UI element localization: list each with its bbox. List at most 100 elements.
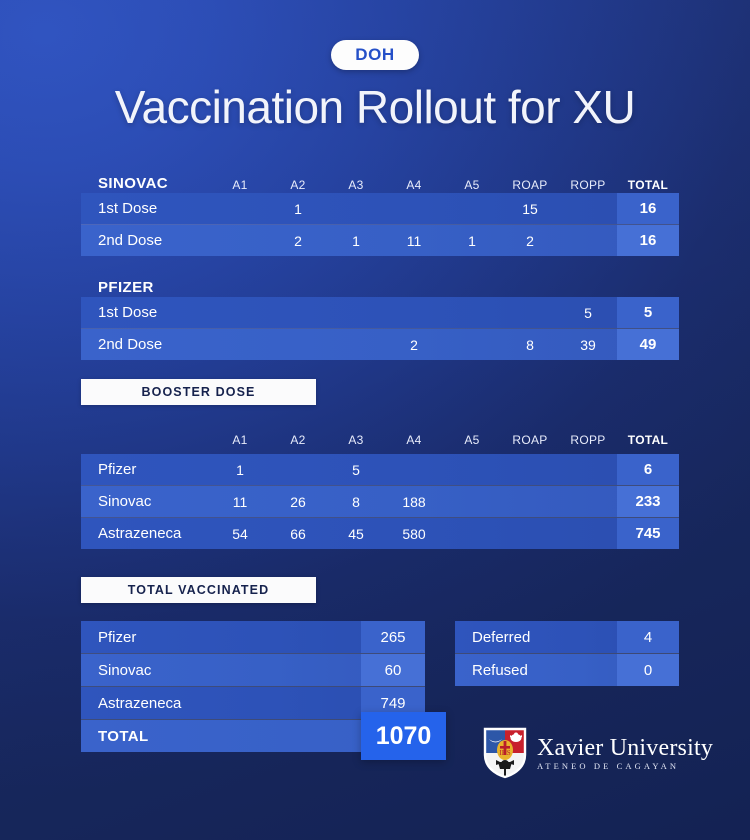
cell-a5 (443, 486, 501, 517)
row-label: Refused (472, 661, 528, 679)
cell-a2: 26 (290, 493, 306, 510)
row-value: 4 (617, 621, 679, 653)
cell-total: 5 (617, 297, 679, 328)
row-label: Sinovac (98, 661, 152, 679)
pfizer-header-row: PFIZER (81, 266, 679, 296)
cell-a1 (211, 193, 269, 224)
table-row: Pfizer 265 (81, 621, 425, 653)
column-header-a1: A1 (232, 433, 248, 447)
cell-a5 (443, 329, 501, 360)
column-header-a1: A1 (232, 178, 248, 192)
cell-a2: 2 (294, 232, 302, 249)
logo-name: Xavier University (537, 734, 714, 761)
grand-total-row: TOTAL 1070 (81, 712, 446, 760)
cell-a4 (385, 297, 443, 328)
column-header-a3: A3 (348, 433, 364, 447)
cell-a4: 188 (402, 493, 426, 510)
page-title: Vaccination Rollout for XU (114, 81, 636, 133)
logo-wordmark: Xavier University ATENEO DE CAGAYAN (537, 736, 713, 771)
cell-a5: 1 (468, 232, 476, 249)
cell-a2 (269, 329, 327, 360)
sinovac-table: SINOVAC A1 A2 A3 A4 A5 ROAP ROPP TOTAL 1… (81, 162, 679, 256)
infographic-page: DOH Vaccination Rollout for XU SINOVAC A… (0, 0, 750, 840)
booster-table: A1 A2 A3 A4 A5 ROAP ROPP TOTAL Pfizer 1 … (81, 417, 679, 549)
row-value: 60 (361, 654, 425, 686)
cell-a3: 1 (352, 232, 360, 249)
cell-a2: 1 (294, 200, 302, 217)
cell-total: 6 (617, 454, 679, 485)
column-header-total: TOTAL (627, 433, 669, 447)
cell-roap: 15 (522, 200, 538, 217)
shield-icon: IHS (483, 727, 527, 779)
cell-roap (501, 297, 559, 328)
table-row: Astrazeneca 54 66 45 580 745 (81, 518, 679, 549)
cell-a3: 8 (352, 493, 360, 510)
cell-a5 (443, 518, 501, 549)
cell-ropp (559, 486, 617, 517)
cell-a3: 45 (348, 525, 364, 542)
cell-total: 16 (617, 225, 679, 256)
cell-ropp (559, 454, 617, 485)
cell-total: 49 (617, 329, 679, 360)
cell-a3: 5 (352, 461, 360, 478)
column-header-a2: A2 (290, 178, 306, 192)
cell-roap (501, 486, 559, 517)
row-label: 2nd Dose (98, 336, 163, 353)
cell-a5 (443, 454, 501, 485)
column-header-a4: A4 (406, 178, 422, 192)
table-row: Deferred 4 (455, 621, 679, 653)
cell-a4: 11 (406, 232, 422, 249)
cell-roap (501, 454, 559, 485)
cell-a2: 66 (290, 525, 306, 542)
status-table: Deferred 4 Refused 0 (455, 621, 679, 686)
table-row: 1st Dose 5 5 (81, 297, 679, 328)
cell-a4 (385, 454, 443, 485)
table-row: Sinovac 60 (81, 654, 425, 686)
doh-badge-label: DOH (355, 45, 395, 64)
column-headers: A1 A2 A3 A4 A5 ROAP ROPP TOTAL (211, 178, 679, 192)
cell-total: 233 (617, 486, 679, 517)
column-header-a2: A2 (290, 433, 306, 447)
cell-a3 (327, 329, 385, 360)
row-label: Pfizer (98, 628, 137, 646)
cell-a4: 2 (410, 336, 418, 353)
table-row: 2nd Dose 2 1 11 1 2 16 (81, 225, 679, 256)
row-label: Sinovac (98, 493, 152, 510)
cell-total: 745 (617, 518, 679, 549)
column-header-ropp: ROPP (570, 178, 606, 192)
cell-a5 (443, 193, 501, 224)
cell-a2 (269, 297, 327, 328)
pfizer-title: PFIZER (98, 279, 154, 296)
table-row: Sinovac 11 26 8 188 233 (81, 486, 679, 517)
column-header-a5: A5 (464, 433, 480, 447)
row-label: Pfizer (98, 461, 137, 478)
column-header-a5: A5 (464, 178, 480, 192)
cell-a1 (211, 225, 269, 256)
grand-total-value: 1070 (375, 721, 432, 750)
cell-a5 (443, 297, 501, 328)
logo-tagline: ATENEO DE CAGAYAN (537, 760, 680, 771)
cell-roap (501, 518, 559, 549)
cell-ropp: 39 (580, 336, 596, 353)
row-label: 1st Dose (98, 200, 158, 217)
cell-a1: 54 (232, 525, 248, 542)
cell-a4 (385, 193, 443, 224)
cell-a1 (211, 329, 269, 360)
cell-ropp: 5 (584, 304, 592, 321)
table-row: Pfizer 1 5 6 (81, 454, 679, 485)
cell-roap: 2 (526, 232, 534, 249)
booster-header-row: A1 A2 A3 A4 A5 ROAP ROPP TOTAL (81, 417, 679, 447)
cell-total: 16 (617, 193, 679, 224)
cell-a3 (327, 297, 385, 328)
booster-dose-label: BOOSTER DOSE (141, 385, 256, 399)
row-value: 0 (617, 654, 679, 686)
xavier-university-logo: IHS Xavier University ATENEO DE CAGAYAN (483, 727, 713, 779)
table-row: 1st Dose 1 15 16 (81, 193, 679, 224)
row-label: 2nd Dose (98, 232, 163, 249)
grand-total-box: 1070 (361, 712, 446, 760)
pfizer-table: PFIZER 1st Dose 5 5 2nd Dose 2 8 39 49 (81, 266, 679, 360)
cell-roap: 8 (526, 336, 534, 353)
cell-a1 (211, 297, 269, 328)
cell-a4: 580 (402, 525, 426, 542)
booster-dose-chip: BOOSTER DOSE (81, 379, 316, 405)
